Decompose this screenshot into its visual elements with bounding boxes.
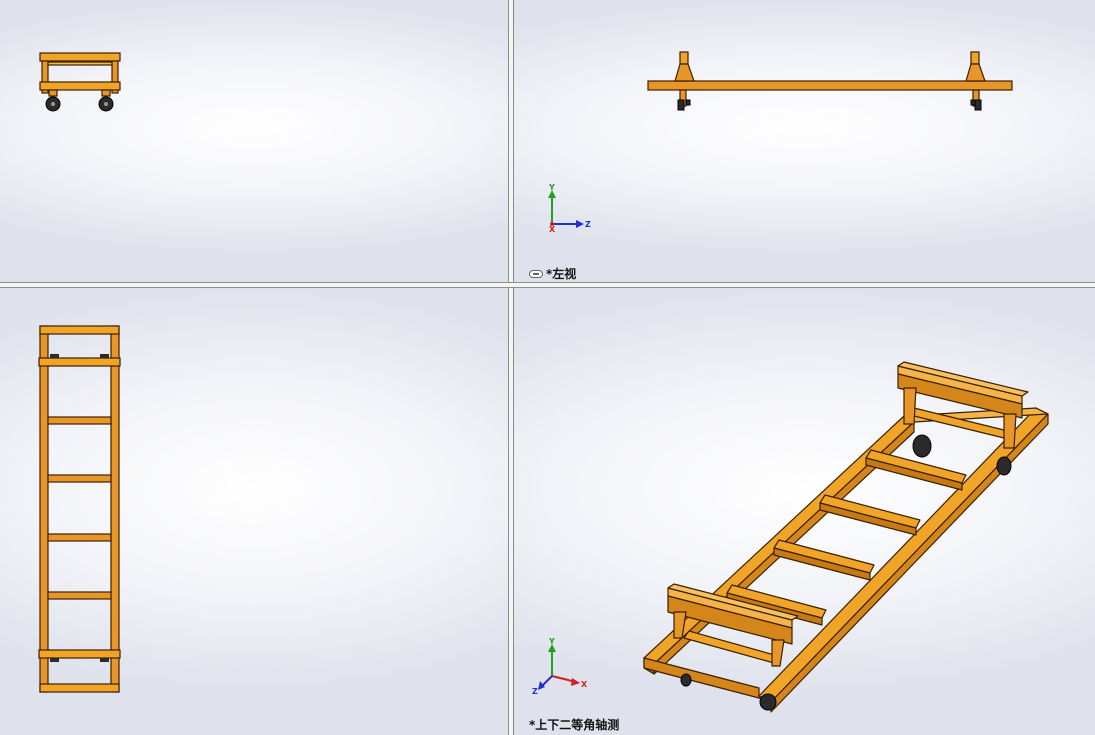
cart-top-view <box>38 325 121 693</box>
axis-label-y: Y <box>548 183 555 192</box>
viewport-iso[interactable]: Y X Z *上下二等角轴测 <box>514 288 1095 735</box>
viewport-front[interactable] <box>0 0 508 282</box>
cart-left-view <box>647 51 1013 111</box>
cart-front-view <box>39 52 121 112</box>
viewport-splitter-vertical[interactable] <box>508 0 514 735</box>
axis-triad-iso: Y X Z <box>532 638 588 696</box>
link-icon <box>529 269 543 278</box>
axis-label-z-iso: Z <box>532 687 538 696</box>
axis-label-x: X <box>549 225 556 232</box>
view-name-iso: *上下二等角轴测 <box>529 718 620 732</box>
viewport-splitter-horizontal[interactable] <box>0 282 1095 288</box>
axis-label-x-iso: X <box>581 680 588 689</box>
axis-label-z: Z <box>585 220 591 229</box>
view-label-left: *左视 <box>529 265 576 282</box>
view-name-left: *左视 <box>546 267 577 281</box>
viewport-top[interactable] <box>0 288 508 735</box>
axis-triad-left: Y Z X <box>548 183 591 232</box>
viewport-left[interactable]: Y Z X *左视 <box>514 0 1095 282</box>
axis-label-y-iso: Y <box>548 638 555 646</box>
view-label-iso: *上下二等角轴测 <box>529 716 619 733</box>
